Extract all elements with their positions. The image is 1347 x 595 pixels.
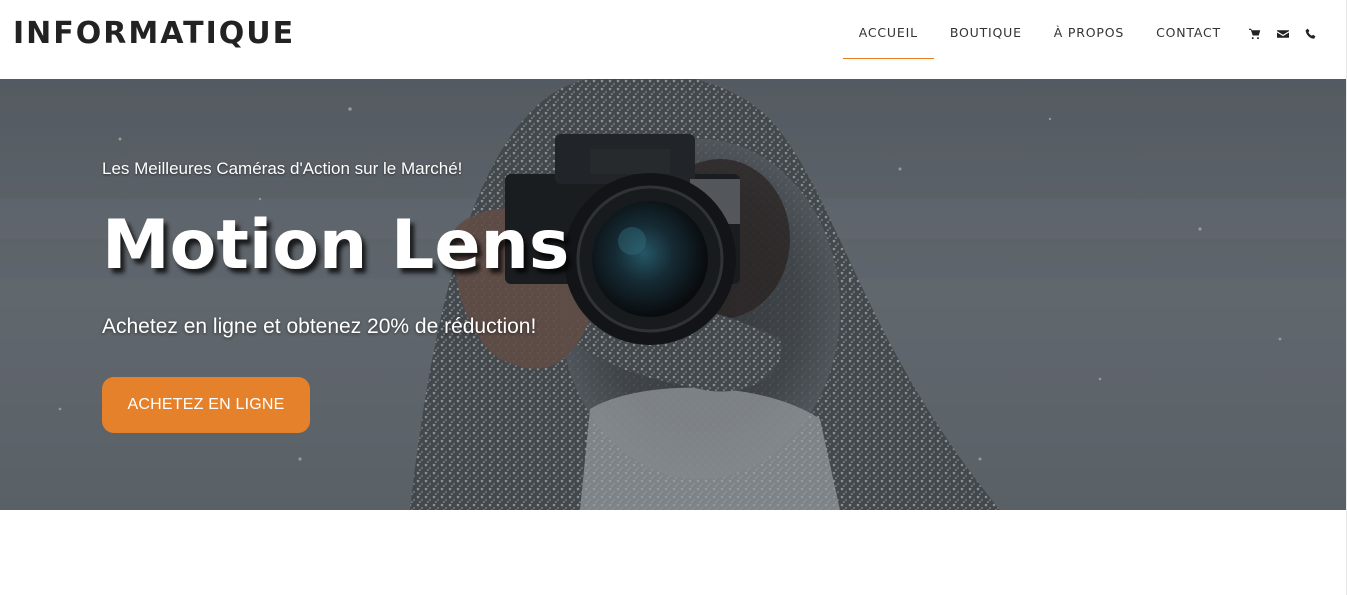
- hero-title: Motion Lens: [102, 206, 570, 285]
- cart-icon[interactable]: [1241, 8, 1269, 60]
- hero-overlay: [0, 79, 1347, 510]
- hero-tagline: Achetez en ligne et obtenez 20% de réduc…: [102, 315, 537, 338]
- nav-item-accueil[interactable]: ACCUEIL: [842, 7, 934, 59]
- hero-subtitle: Les Meilleures Caméras d'Action sur le M…: [102, 159, 463, 178]
- nav-item-contact[interactable]: CONTACT: [1140, 7, 1237, 59]
- nav-item-boutique[interactable]: BOUTIQUE: [934, 7, 1038, 59]
- envelope-icon[interactable]: [1269, 8, 1297, 60]
- page: INFORMATIQUE ACCUEIL BOUTIQUE À PROPOS C…: [0, 0, 1347, 595]
- hero-banner: Les Meilleures Caméras d'Action sur le M…: [0, 79, 1347, 510]
- main-nav: ACCUEIL BOUTIQUE À PROPOS CONTACT: [842, 0, 1325, 68]
- phone-icon[interactable]: [1297, 8, 1325, 60]
- shop-online-button[interactable]: ACHETEZ EN LIGNE: [102, 377, 310, 433]
- site-header: INFORMATIQUE ACCUEIL BOUTIQUE À PROPOS C…: [0, 0, 1347, 78]
- site-logo[interactable]: INFORMATIQUE: [13, 16, 295, 52]
- nav-item-a-propos[interactable]: À PROPOS: [1038, 7, 1140, 59]
